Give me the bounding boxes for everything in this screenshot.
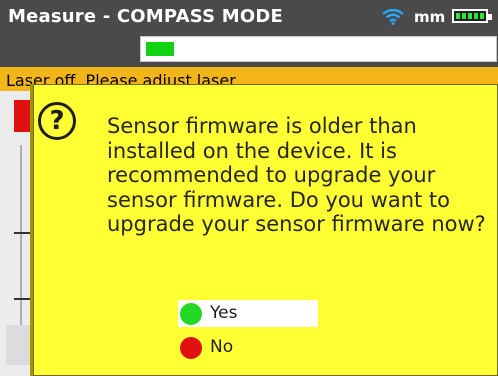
laser-intensity-bar bbox=[140, 36, 497, 62]
no-label: No bbox=[210, 337, 234, 357]
yes-label: Yes bbox=[210, 303, 238, 323]
question-icon: ? bbox=[38, 102, 76, 140]
page-title: Measure - COMPASS MODE bbox=[8, 6, 284, 27]
laser-intensity-fill bbox=[146, 42, 174, 56]
green-dot-icon bbox=[180, 303, 202, 325]
red-dot-icon bbox=[180, 337, 202, 359]
wifi-icon bbox=[382, 9, 404, 25]
no-option[interactable]: No bbox=[180, 335, 316, 361]
panel-strip bbox=[6, 325, 36, 365]
battery-icon bbox=[452, 9, 492, 23]
yes-option[interactable]: Yes bbox=[180, 301, 316, 327]
header-bar: Measure - COMPASS MODE mm bbox=[0, 0, 498, 67]
unit-label: mm bbox=[414, 8, 446, 26]
dialog-message: Sensor firmware is older than installed … bbox=[107, 114, 486, 237]
scale-tick bbox=[14, 298, 32, 300]
scale-tick bbox=[14, 232, 32, 234]
